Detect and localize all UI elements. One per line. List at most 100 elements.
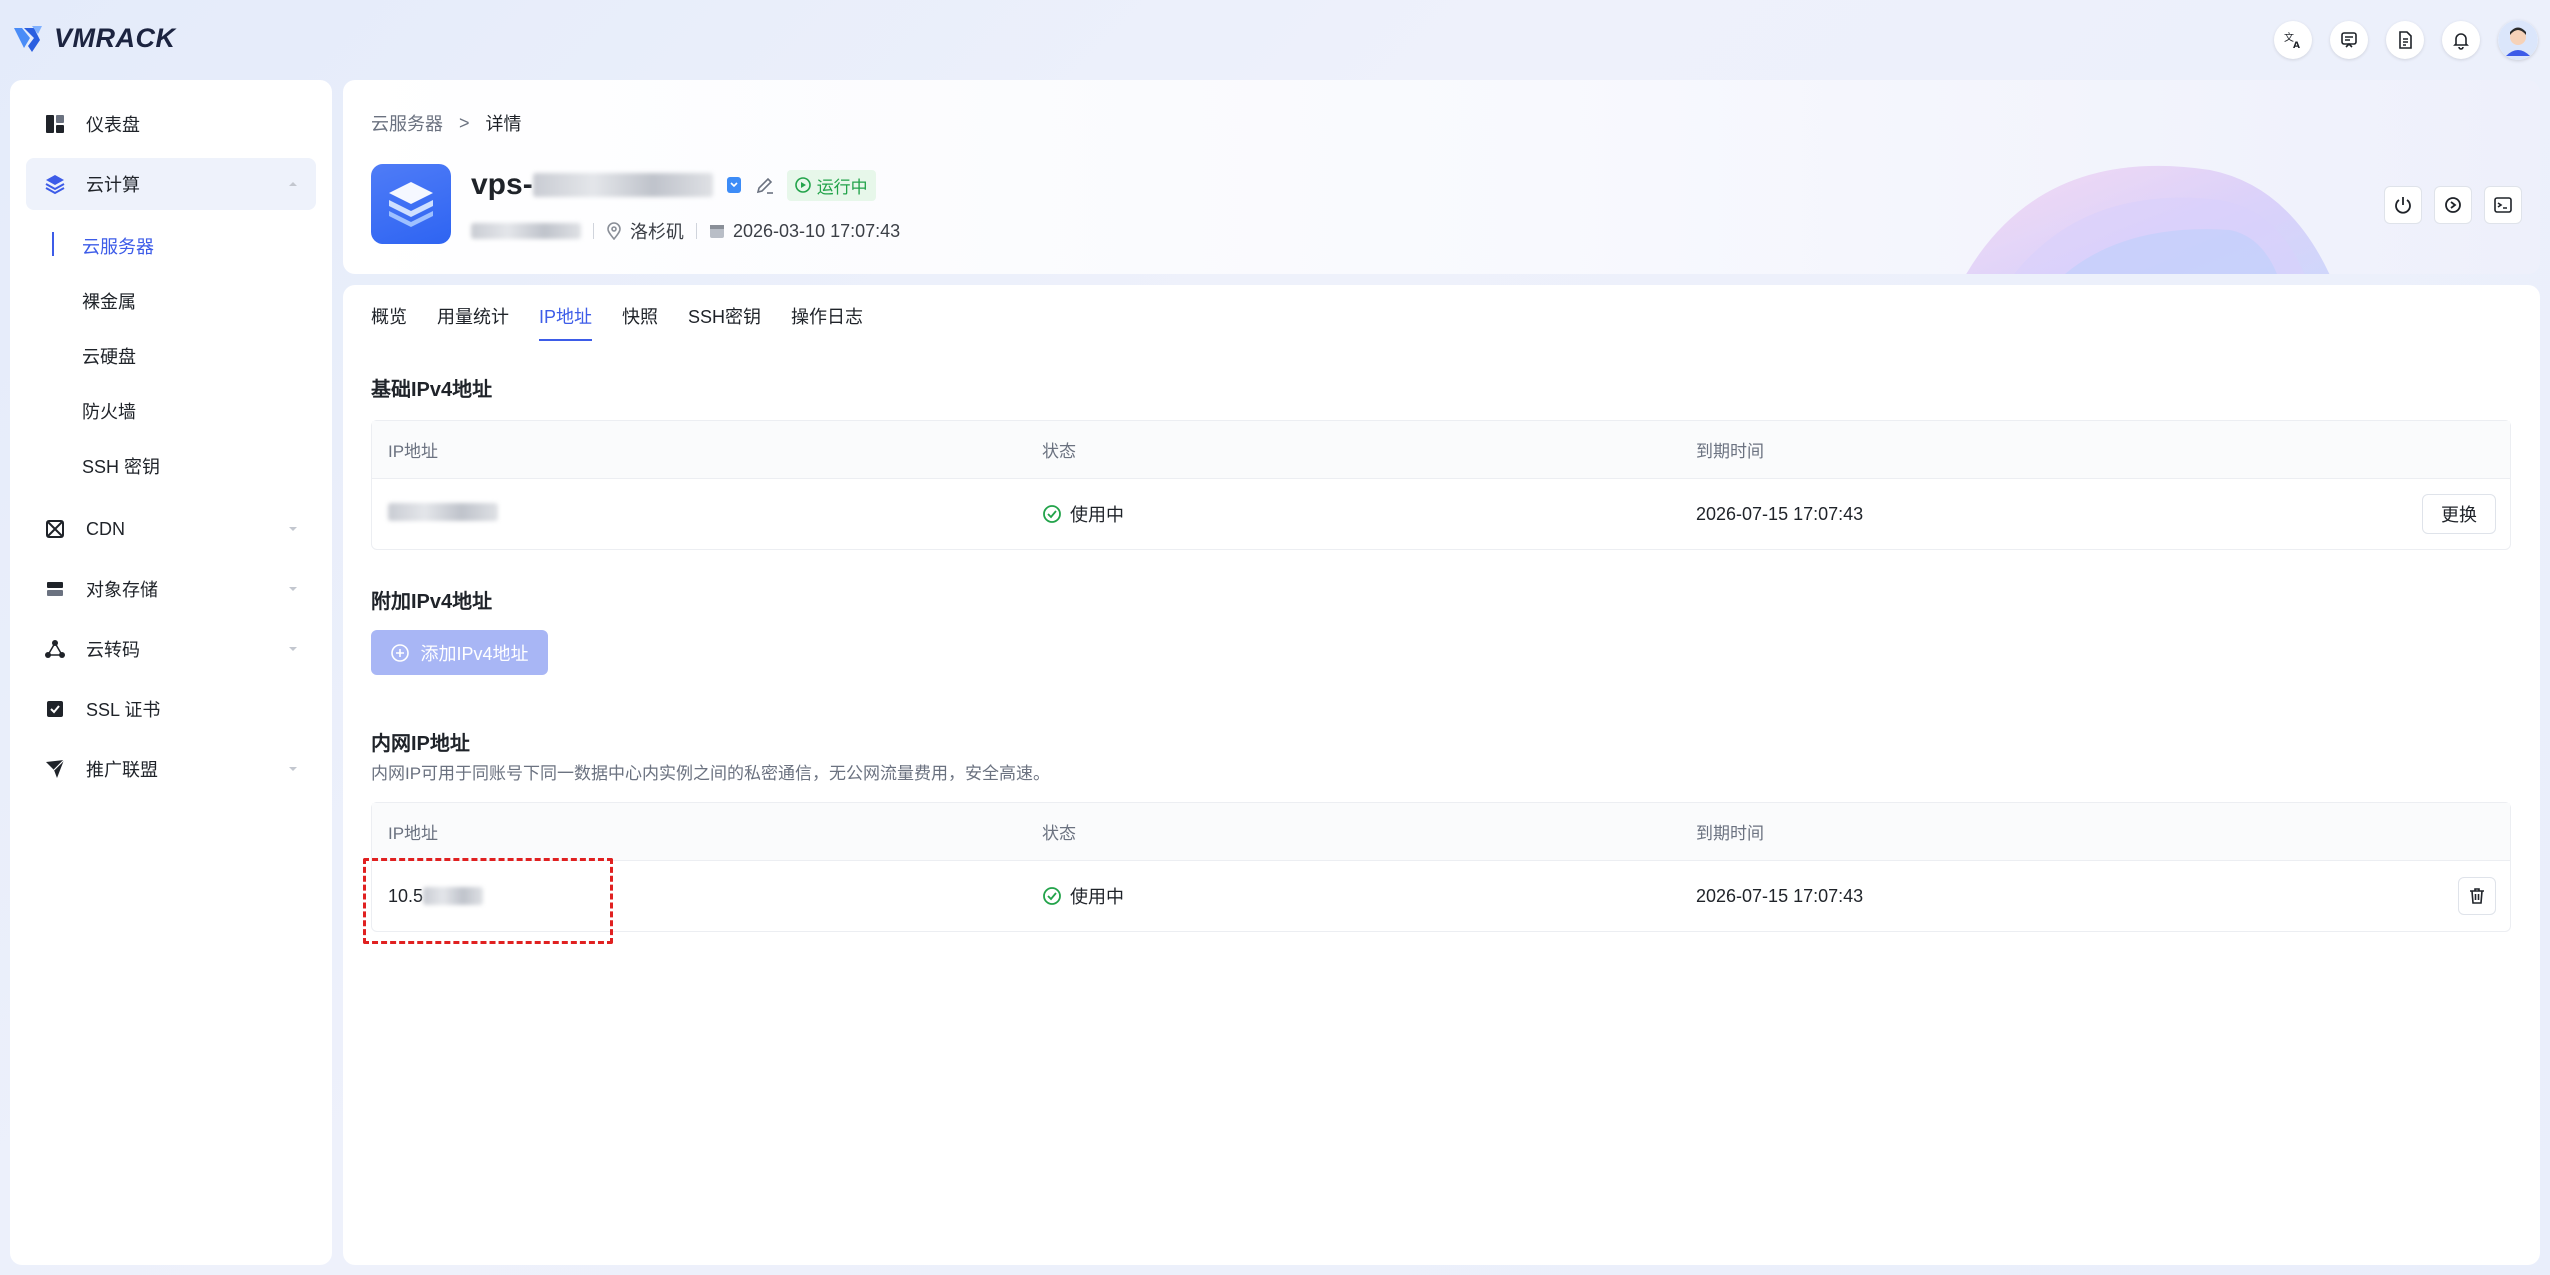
chevron-down-icon — [289, 647, 297, 651]
sidebar-item-affiliate[interactable]: 推广联盟 — [26, 743, 316, 795]
chevron-down-icon — [289, 767, 297, 771]
delete-ip-button[interactable] — [2458, 877, 2496, 915]
trash-icon — [2470, 888, 2484, 904]
document-button[interactable] — [2386, 21, 2424, 59]
tab-ssh-keys[interactable]: SSH密钥 — [688, 303, 761, 341]
ip-status: 使用中 — [1070, 887, 1124, 907]
add-ipv4-button[interactable]: 添加IPv4地址 — [371, 630, 548, 675]
sidebar-item-label: CDN — [86, 518, 125, 539]
avatar-icon — [2498, 20, 2538, 60]
storage-icon — [44, 578, 66, 600]
sidebar-item-object-storage[interactable]: 对象存储 — [26, 563, 316, 615]
sidebar-item-dashboard[interactable]: 仪表盘 — [26, 98, 316, 150]
server-icon — [371, 164, 451, 244]
sidebar-item-ssl-certificate[interactable]: SSL 证书 — [26, 683, 316, 735]
public-ip-redacted — [388, 502, 498, 521]
restart-icon — [2445, 197, 2461, 213]
replace-ip-button[interactable]: 更换 — [2422, 494, 2496, 534]
cdn-icon — [44, 518, 66, 540]
plus-circle-icon — [391, 643, 410, 662]
layers-icon — [44, 173, 66, 195]
console-button[interactable] — [2484, 186, 2522, 224]
check-circle-icon — [1043, 887, 1061, 905]
bookmark-icon[interactable] — [725, 176, 743, 194]
breadcrumb-parent[interactable]: 云服务器 — [371, 110, 443, 136]
server-ip-redacted — [471, 223, 581, 239]
certificate-icon — [44, 698, 66, 720]
sidebar-item-label: 云计算 — [86, 175, 140, 195]
breadcrumb: 云服务器 > 详情 — [371, 110, 522, 136]
sidebar-subitem-firewall[interactable]: 防火墙 — [10, 383, 332, 438]
sidebar: 仪表盘 云计算 云服务器 裸金属 云硬盘 防火墙 SSH 密钥 CDN 对象存储… — [10, 80, 332, 1265]
avatar[interactable] — [2498, 20, 2538, 60]
translate-button[interactable]: 文 A — [2274, 21, 2312, 59]
svg-text:A: A — [2293, 41, 2300, 50]
logo[interactable]: VMRACK — [10, 20, 176, 56]
sidebar-item-transcode[interactable]: 云转码 — [26, 623, 316, 675]
status-text: 运行中 — [816, 177, 868, 197]
status-badge: 运行中 — [786, 169, 876, 201]
running-status-icon — [794, 177, 811, 193]
tab-operation-logs[interactable]: 操作日志 — [791, 303, 863, 341]
table-header: IP地址 状态 到期时间 — [372, 803, 2510, 861]
column-header-status: 状态 — [1042, 824, 1076, 843]
document-icon — [2399, 31, 2412, 49]
power-icon — [2395, 197, 2411, 214]
check-circle-icon — [1043, 505, 1061, 523]
bell-icon — [2453, 33, 2469, 50]
extra-ipv4-title: 附加IPv4地址 — [371, 591, 493, 613]
paper-plane-icon — [44, 758, 66, 780]
table-header: IP地址 状态 到期时间 — [372, 421, 2510, 479]
decorative-wave-graphic — [1966, 165, 2330, 274]
ip-expiry: 2026-07-15 17:07:43 — [1696, 885, 1864, 906]
sidebar-item-cloud-compute[interactable]: 云计算 — [26, 158, 316, 210]
sidebar-subitem-cloud-server[interactable]: 云服务器 — [10, 218, 332, 273]
top-bar: VMRACK 文 A — [0, 0, 2550, 78]
server-name-redacted — [532, 173, 713, 197]
sidebar-item-label: 对象存储 — [86, 580, 158, 600]
sidebar-item-label: 仪表盘 — [86, 115, 140, 135]
message-button[interactable] — [2330, 21, 2368, 59]
breadcrumb-current: 详情 — [485, 114, 522, 134]
cloud-compute-submenu: 云服务器 裸金属 云硬盘 防火墙 SSH 密钥 — [10, 218, 332, 493]
vmrack-logo-icon — [14, 26, 42, 52]
column-header-ip: IP地址 — [388, 824, 439, 843]
ip-address-panel: 概览 用量统计 IP地址 快照 SSH密钥 操作日志 基础IPv4地址 IP地址… — [343, 285, 2540, 1265]
sidebar-item-label: SSL 证书 — [86, 700, 161, 720]
tab-ip-address[interactable]: IP地址 — [539, 303, 593, 341]
power-button[interactable] — [2384, 186, 2422, 224]
add-ipv4-label: 添加IPv4地址 — [420, 643, 529, 664]
tab-overview[interactable]: 概览 — [371, 303, 407, 341]
ip-expiry: 2026-07-15 17:07:43 — [1696, 503, 1864, 524]
logo-text: VMRACK — [54, 22, 176, 53]
notification-button[interactable] — [2442, 21, 2480, 59]
transcode-icon — [44, 638, 66, 660]
basic-ipv4-title: 基础IPv4地址 — [371, 379, 493, 401]
sidebar-subitem-bare-metal[interactable]: 裸金属 — [10, 273, 332, 328]
restart-button[interactable] — [2434, 186, 2472, 224]
location-pin-icon — [607, 222, 621, 240]
translate-icon: 文 A — [2284, 31, 2300, 50]
table-row: 使用中 2026-07-15 17:07:43 更换 — [372, 479, 2510, 549]
server-created-at: 2026-03-10 17:07:43 — [733, 220, 901, 241]
tab-snapshots[interactable]: 快照 — [622, 303, 658, 341]
message-icon — [2341, 32, 2357, 48]
tab-usage-stats[interactable]: 用量统计 — [437, 303, 509, 341]
chevron-down-icon — [289, 587, 297, 591]
column-header-expiry: 到期时间 — [1696, 442, 1764, 461]
edit-icon[interactable] — [755, 175, 775, 195]
breadcrumb-separator: > — [459, 112, 470, 133]
sidebar-item-label: 推广联盟 — [86, 760, 158, 780]
private-ip-redacted — [423, 887, 484, 905]
column-header-status: 状态 — [1042, 442, 1076, 461]
chevron-down-icon — [289, 527, 297, 531]
server-header: 云服务器 > 详情 vps- 运行中 洛杉矶 2026-03-10 17:07:… — [343, 80, 2540, 274]
server-name: vps- — [471, 168, 533, 201]
sidebar-subitem-cloud-disk[interactable]: 云硬盘 — [10, 328, 332, 383]
column-header-expiry: 到期时间 — [1696, 824, 1764, 843]
sidebar-subitem-ssh-key[interactable]: SSH 密钥 — [10, 438, 332, 493]
sidebar-item-cdn[interactable]: CDN — [26, 503, 316, 555]
private-ip-title: 内网IP地址 — [371, 733, 470, 755]
private-ip-prefix: 10.5 — [388, 885, 424, 906]
detail-tabs: 概览 用量统计 IP地址 快照 SSH密钥 操作日志 — [371, 303, 863, 341]
